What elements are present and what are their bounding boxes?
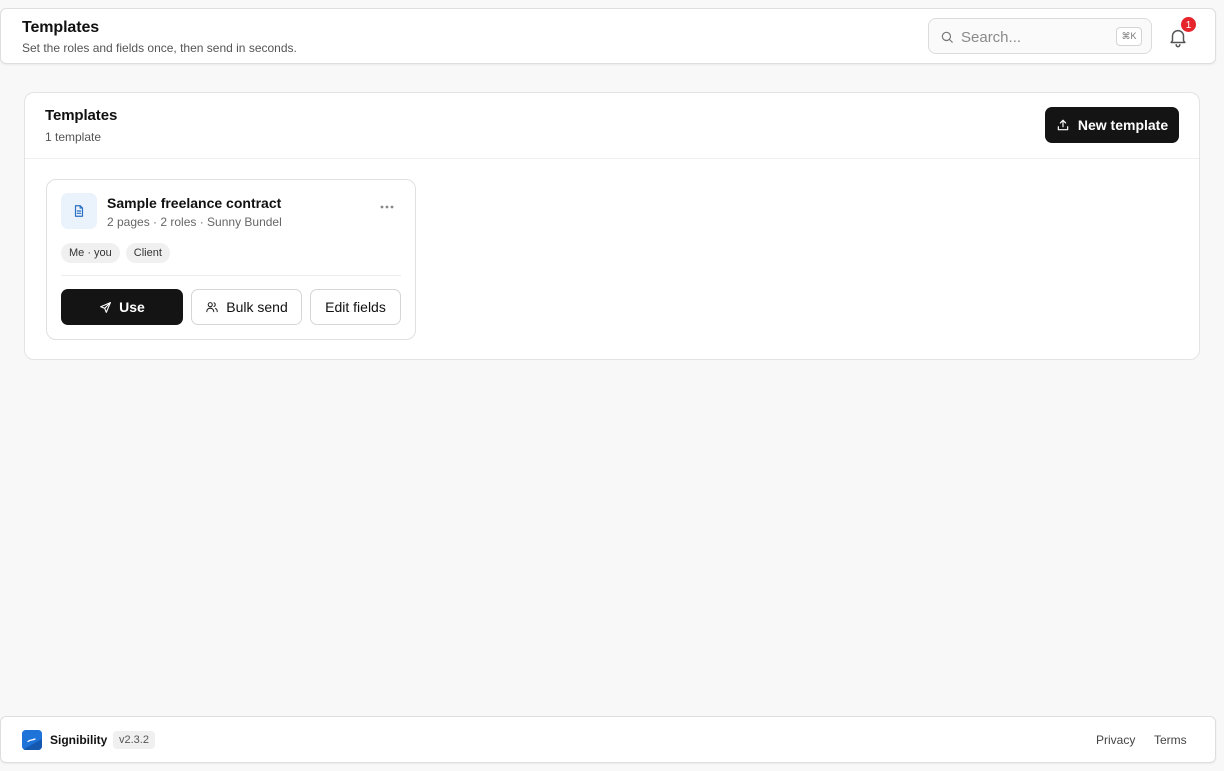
send-icon: [100, 301, 112, 313]
bulk-send-button[interactable]: Bulk send: [191, 289, 302, 325]
role-tags: Me · you Client: [61, 243, 170, 263]
card-actions: Use Bulk send Edit fields: [61, 289, 401, 325]
edit-fields-label: Edit fields: [325, 299, 386, 315]
more-horizontal-icon: [380, 205, 394, 209]
page-title: Templates: [22, 19, 100, 36]
new-template-label: New template: [1077, 117, 1169, 133]
footer: Signibility v2.3.2 Privacy Terms: [0, 716, 1216, 763]
users-icon: [206, 302, 219, 313]
upload-icon: [1057, 119, 1069, 131]
top-bar: Templates Set the roles and fields once,…: [0, 8, 1216, 64]
use-template-button[interactable]: Use: [61, 289, 183, 325]
template-name[interactable]: Sample freelance contract: [107, 195, 281, 211]
templates-panel: Templates 1 template New template Sample…: [24, 92, 1200, 360]
search-box[interactable]: ⌘K: [928, 18, 1152, 54]
version-badge: v2.3.2: [113, 731, 155, 749]
search-input[interactable]: [961, 26, 1111, 48]
role-tag: Client: [125, 243, 170, 263]
bulk-send-label: Bulk send: [226, 299, 288, 315]
notifications-button[interactable]: 1: [1167, 16, 1197, 50]
brand-name: Signibility: [50, 733, 108, 747]
privacy-link[interactable]: Privacy: [1096, 733, 1135, 747]
use-label: Use: [119, 299, 145, 315]
search-shortcut-hint: ⌘K: [1116, 27, 1142, 46]
search-icon: [941, 31, 953, 43]
panel-header: Templates 1 template New template: [25, 93, 1199, 159]
card-divider: [61, 275, 401, 276]
edit-fields-button[interactable]: Edit fields: [310, 289, 401, 325]
template-count: 1 template: [45, 130, 102, 144]
page-subtitle: Set the roles and fields once, then send…: [22, 41, 297, 55]
new-template-button[interactable]: New template: [1045, 107, 1179, 143]
document-icon: [74, 205, 84, 217]
template-meta: 2 pages · 2 roles · Sunny Bundel: [107, 215, 282, 229]
panel-title: Templates: [45, 107, 118, 124]
document-icon-tile: [61, 193, 97, 229]
signibility-logo: [22, 730, 42, 750]
template-card: Sample freelance contract 2 pages · 2 ro…: [46, 179, 416, 340]
terms-link[interactable]: Terms: [1154, 733, 1187, 747]
notification-badge: 1: [1180, 16, 1197, 33]
role-tag: Me · you: [61, 243, 120, 263]
template-more-button[interactable]: [377, 197, 397, 217]
